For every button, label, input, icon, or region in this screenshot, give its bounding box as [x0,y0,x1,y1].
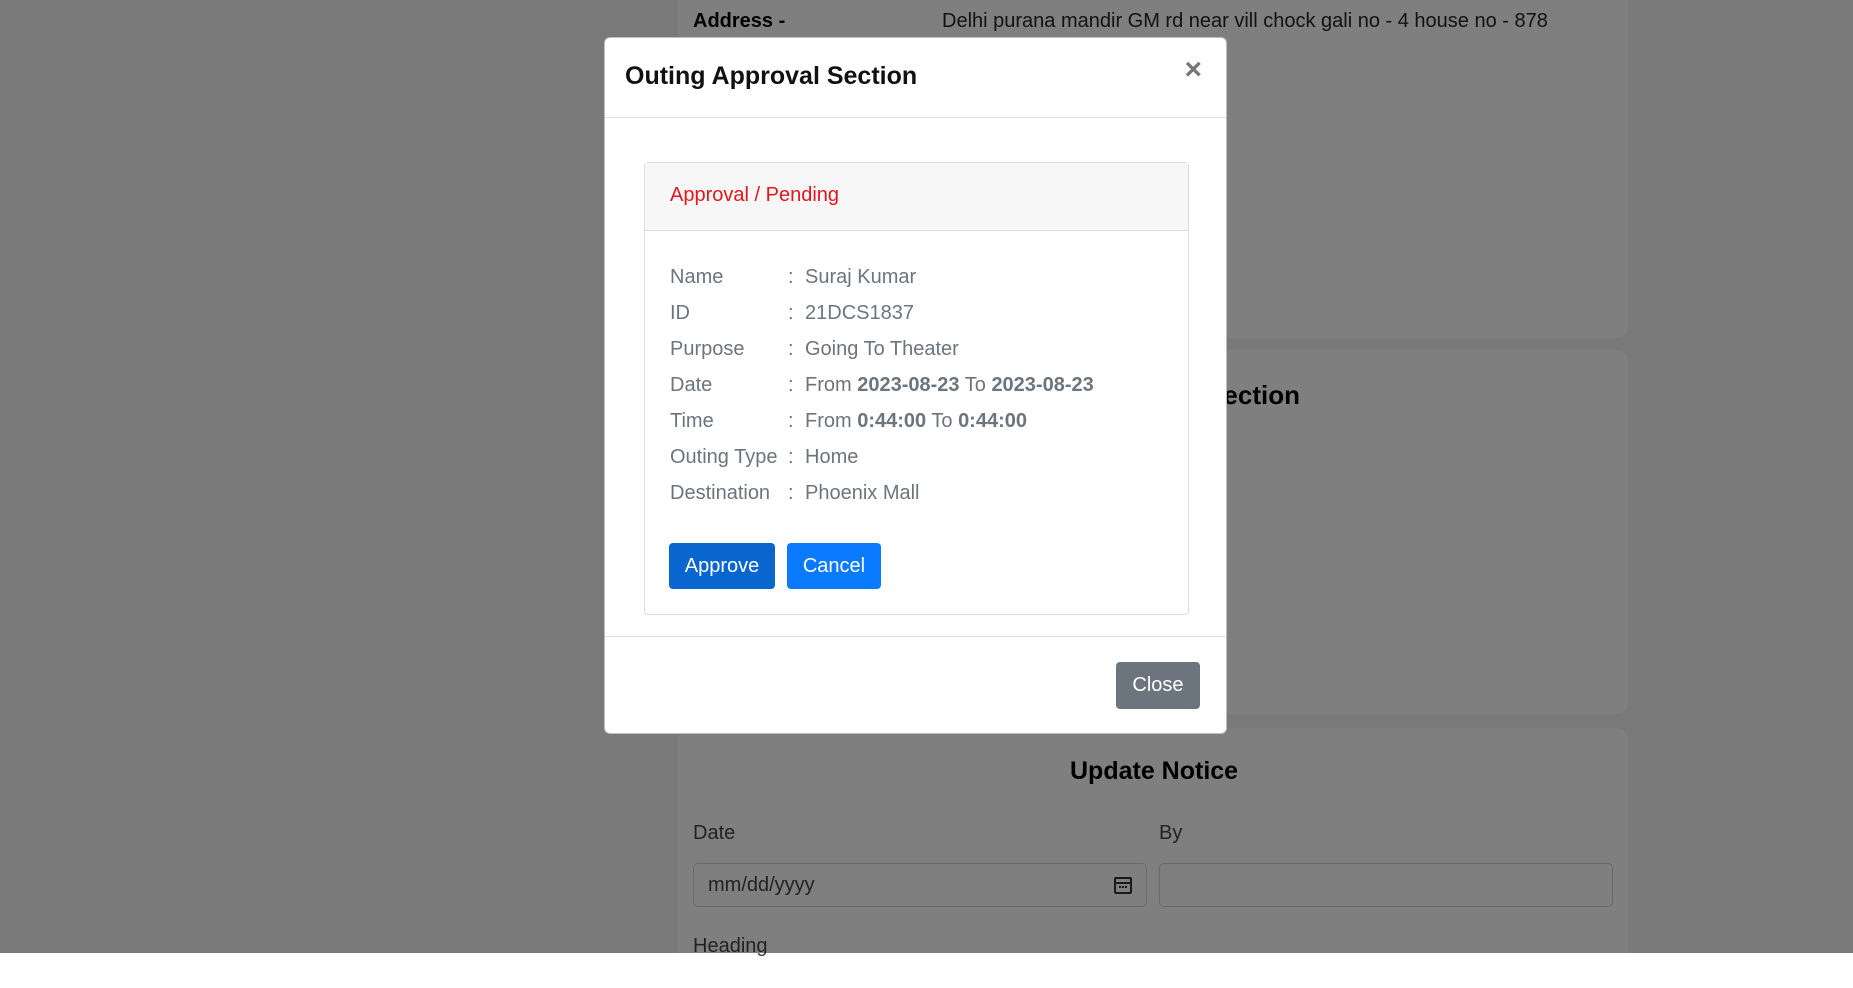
detail-value-name: Suraj Kumar [805,265,917,288]
detail-row-destination: Destination : Phoenix Mall [670,475,1094,511]
detail-value-outing-type: Home [805,445,859,468]
detail-label: Destination [670,481,771,504]
detail-label: Outing Type [670,445,778,468]
outing-approval-modal: Outing Approval Section × Approval / Pen… [604,37,1227,734]
detail-value-date: From 2023-08-23 To 2023-08-23 [805,367,1094,403]
detail-row-date: Date : From 2023-08-23 To 2023-08-23 [670,367,1094,403]
close-button[interactable]: Close [1116,662,1200,709]
to-word: To [964,373,986,396]
detail-label: Name [670,265,724,288]
detail-separator: : [788,337,794,360]
detail-label: Purpose [670,337,745,360]
close-icon[interactable]: × [1178,54,1208,86]
modal-header: Outing Approval Section × [605,38,1226,118]
detail-row-name: Name : Suraj Kumar [670,259,1094,295]
detail-separator: : [788,265,794,288]
date-to: 2023-08-23 [991,373,1094,396]
approval-status: Approval / Pending [670,184,840,206]
approve-button[interactable]: Approve [669,543,775,589]
detail-row-id: ID : 21DCS1837 [670,295,1094,331]
time-to: 0:44:00 [958,409,1027,432]
detail-label: Date [670,373,713,396]
detail-separator: : [788,301,794,324]
detail-separator: : [788,409,794,432]
to-word: To [931,409,953,432]
detail-value-time: From 0:44:00 To 0:44:00 [805,403,1094,439]
detail-separator: : [788,481,794,504]
detail-row-outing-type: Outing Type : Home [670,439,1094,475]
detail-value-id: 21DCS1837 [805,301,914,324]
detail-label: Time [670,409,714,432]
detail-row-purpose: Purpose : Going To Theater [670,331,1094,367]
modal-title: Outing Approval Section [625,62,918,90]
date-from: 2023-08-23 [857,373,960,396]
cancel-button[interactable]: Cancel [787,543,881,589]
detail-separator: : [788,445,794,468]
detail-value-destination: Phoenix Mall [805,481,920,504]
from-word: From [805,373,852,396]
approval-card-header: Approval / Pending [645,163,1188,231]
time-from: 0:44:00 [857,409,927,432]
detail-label: ID [670,301,690,324]
detail-separator: : [788,373,794,396]
outing-details: Name : Suraj Kumar ID : 21DCS1837 Purpos… [670,259,1094,511]
from-word: From [805,409,852,432]
detail-row-time: Time : From 0:44:00 To 0:44:00 [670,403,1094,439]
modal-footer: Close [605,636,1226,733]
detail-value-purpose: Going To Theater [805,337,959,360]
